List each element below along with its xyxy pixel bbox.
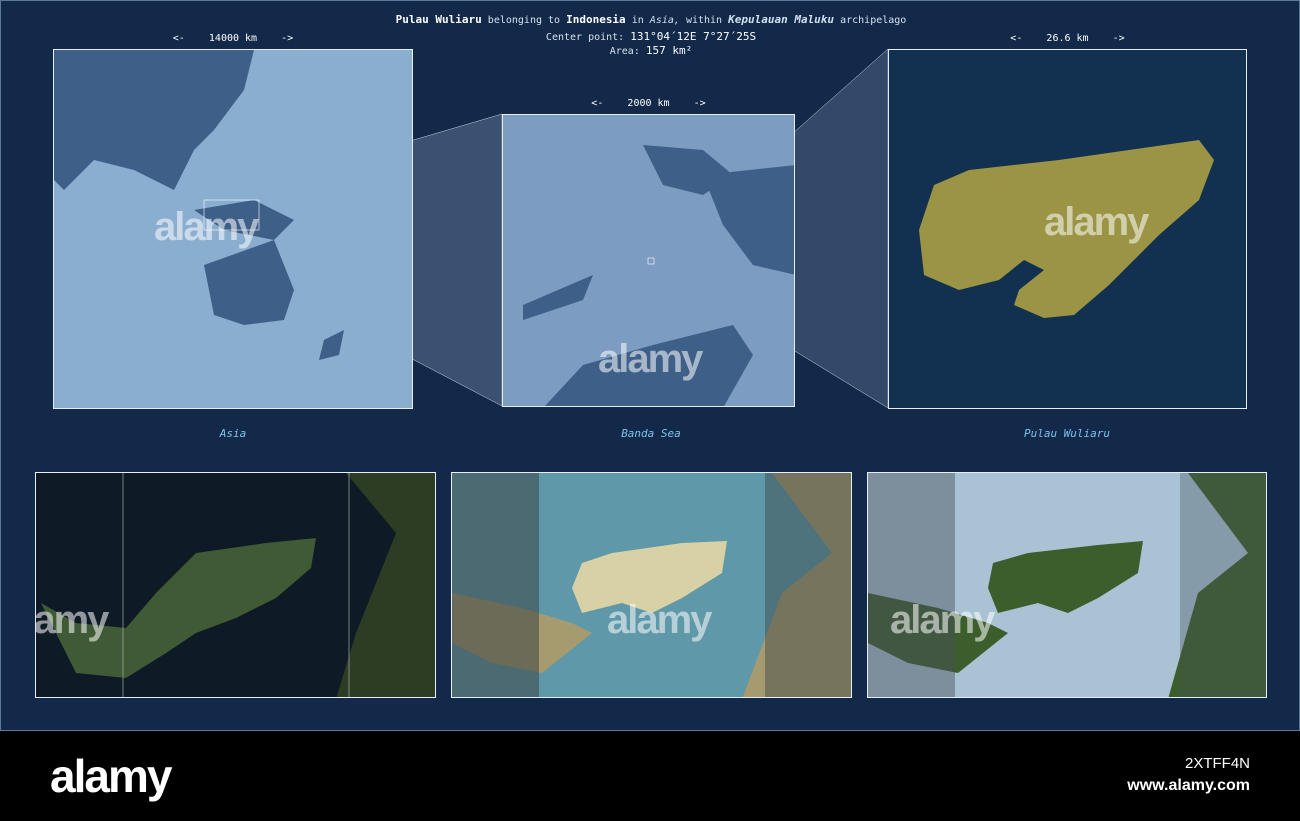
watermark: alamy [598, 337, 703, 381]
physical-map[interactable]: alamy [451, 472, 852, 698]
physical-island [452, 473, 851, 697]
map-pulau-wuliaru[interactable]: alamy [888, 49, 1247, 409]
alamy-logo: alamy [50, 750, 172, 802]
map-banda-sea[interactable]: alamy [502, 114, 795, 407]
footer-bar: alamy 2XTFF4N www.alamy.com [0, 731, 1300, 821]
relief-map[interactable]: alamy [867, 472, 1267, 698]
label-pulau-wuliaru: Pulau Wuliaru [1023, 427, 1111, 440]
map-frame: Pulau Wuliaru belonging to Indonesia in … [0, 0, 1300, 731]
alamy-url[interactable]: www.alamy.com [1127, 777, 1250, 795]
label-banda-sea: Banda Sea [621, 427, 681, 440]
map-asia[interactable]: alamy [53, 49, 413, 409]
image-id: 2XTFF4N [1184, 755, 1250, 772]
watermark: alamy [154, 205, 259, 249]
watermark: alamy [607, 598, 712, 642]
watermark: alamy [35, 598, 109, 642]
watermark: alamy [1044, 200, 1149, 244]
label-asia: Asia [219, 427, 247, 440]
satellite-map[interactable]: alamy [35, 472, 436, 698]
satellite-island [41, 473, 435, 697]
watermark: alamy [890, 598, 995, 642]
relief-island [868, 473, 1266, 697]
